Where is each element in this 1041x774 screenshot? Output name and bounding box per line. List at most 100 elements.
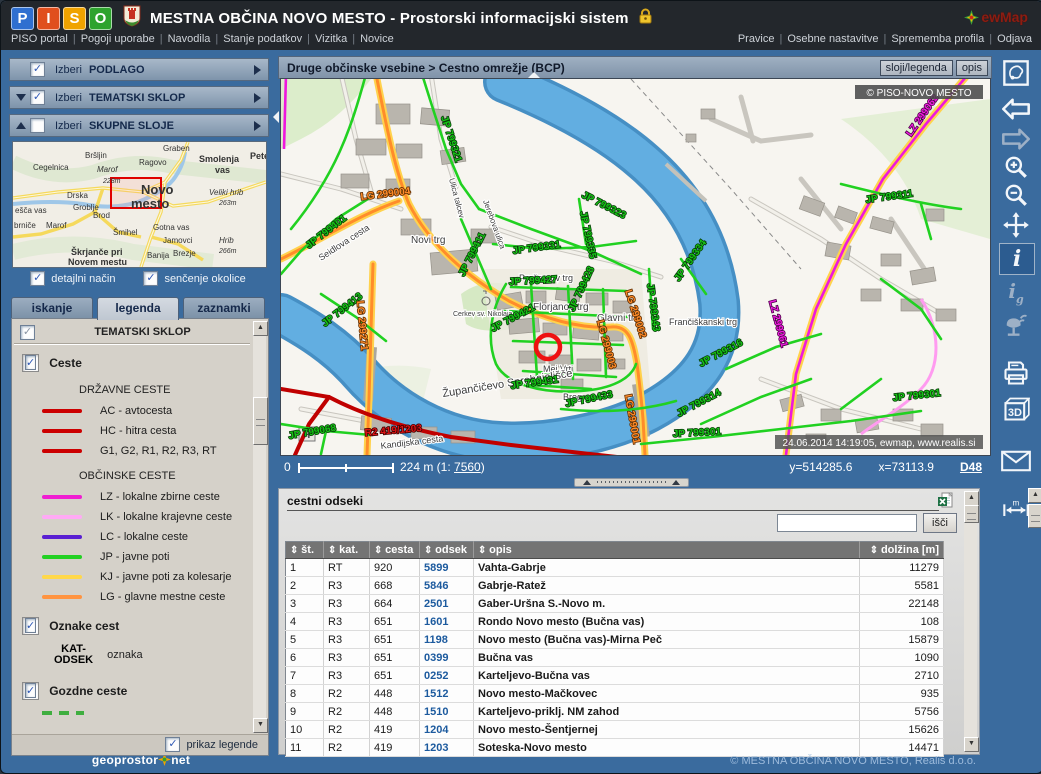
layer-checkbox[interactable]: ✓ — [25, 355, 36, 370]
column-header-t[interactable]: št. — [286, 542, 324, 559]
excel-export-icon[interactable] — [938, 492, 953, 513]
scroll-up-icon[interactable]: ▲ — [964, 491, 979, 506]
tab-iskanje[interactable]: iskanje — [11, 297, 93, 318]
podlago-checkbox[interactable]: ✓ — [30, 62, 45, 77]
table-row[interactable]: 3R36642501Gaber-Uršna S.-Novo m.22148 — [286, 595, 944, 613]
results-scrollbar[interactable]: ▲ ▼ — [964, 491, 977, 752]
menu-item-4[interactable]: Stanje podatkov — [223, 33, 302, 45]
user-menu-item-3[interactable]: Sprememba profila — [891, 33, 984, 45]
odsek-link[interactable]: 0252 — [420, 667, 474, 685]
menu-item-2[interactable]: Pogoji uporabe — [81, 33, 155, 45]
identify-button[interactable]: i — [999, 243, 1035, 275]
column-header-dolinam[interactable]: dolžina [m] — [860, 542, 944, 559]
layers-legend-button[interactable]: sloji/legenda — [880, 60, 953, 76]
user-menu-item-1[interactable]: Pravice — [738, 33, 775, 45]
skupne-sloje-checkbox[interactable] — [30, 118, 45, 133]
search-button[interactable]: išči — [923, 513, 957, 533]
table-row[interactable]: 9R24481510Karteljevo-priklj. NM zahod575… — [286, 703, 944, 721]
map-viewport[interactable]: H — [280, 78, 991, 456]
table-row[interactable]: 7R36510252Karteljevo-Bučna vas2710 — [286, 667, 944, 685]
scroll-up-icon[interactable]: ▲ — [253, 321, 268, 336]
accordion-skupne-sloje[interactable]: Izberi SKUPNE SLOJE — [9, 114, 269, 137]
table-row[interactable]: 1RT9205899Vahta-Gabrje11279 — [286, 559, 944, 577]
lock-icon — [639, 8, 652, 29]
print-button[interactable] — [997, 357, 1035, 389]
scale-link[interactable]: 7560 — [454, 460, 481, 474]
3d-view-button[interactable]: 3D — [997, 393, 1035, 425]
overview-minimap[interactable]: BršljinGrabenRagovoSmolenjavasCegelnicaM… — [12, 141, 267, 268]
user-menu-item-4[interactable]: Odjava — [997, 33, 1032, 45]
table-row[interactable]: 11R24191203Soteska-Novo mesto14471 — [286, 739, 944, 757]
collapse-up-icon[interactable] — [16, 122, 26, 129]
scroll-down-icon[interactable]: ▼ — [964, 737, 979, 752]
show-legend-checkbox[interactable]: ✓ — [165, 737, 180, 752]
mail-button[interactable] — [997, 445, 1035, 477]
table-row[interactable]: 5R36511198Novo mesto (Bučna vas)-Mirna P… — [286, 631, 944, 649]
layer-checkbox[interactable]: ✓ — [25, 618, 36, 633]
menu-item-1[interactable]: PISO portal — [11, 33, 68, 45]
menu-item-3[interactable]: Navodila — [168, 33, 211, 45]
datum-link[interactable]: D48 — [960, 460, 982, 474]
show-legend-option[interactable]: ✓ prikaz legende — [165, 737, 258, 752]
piso-logo[interactable]: P I S O MESTNA OBČINA NOVO MESTO - Prost… — [11, 5, 652, 32]
minimap-place-label: 263m — [218, 200, 237, 207]
column-header-odsek[interactable]: odsek — [420, 542, 474, 559]
user-menu-item-2[interactable]: Osebne nastavitve — [787, 33, 878, 45]
window-scrollbar-thumb[interactable] — [1028, 504, 1041, 528]
shading-option[interactable]: ✓senčenje okolice — [143, 271, 245, 286]
results-search-input[interactable] — [777, 514, 917, 532]
pan-button[interactable] — [997, 209, 1035, 241]
menu-item-6[interactable]: Novice — [360, 33, 394, 45]
zoom-out-button[interactable] — [997, 179, 1035, 211]
odsek-link[interactable]: 1198 — [420, 631, 474, 649]
collapse-sidebar-icon[interactable] — [273, 111, 279, 123]
odsek-link[interactable]: 0399 — [420, 649, 474, 667]
column-header-opis[interactable]: opis — [474, 542, 860, 559]
detail-mode-option[interactable]: ✓detajlni način — [30, 271, 115, 286]
overview-map-button[interactable] — [997, 57, 1035, 89]
horizontal-splitter[interactable] — [574, 478, 689, 487]
table-row[interactable]: 10R24191204Novo mesto-Šentjernej15626 — [286, 721, 944, 739]
legend-scrollbar-thumb[interactable] — [253, 397, 268, 445]
accordion-tematski-sklop[interactable]: ✓ Izberi TEMATSKI SKLOP — [9, 86, 269, 109]
scroll-down-icon[interactable]: ▼ — [253, 718, 268, 733]
collapse-map-up-icon[interactable] — [528, 72, 540, 78]
gps-button[interactable] — [997, 307, 1035, 339]
tab-zaznamki[interactable]: zaznamki — [183, 297, 265, 318]
table-row[interactable]: 8R24481512Novo mesto-Mačkovec935 — [286, 685, 944, 703]
column-header-cesta[interactable]: cesta — [370, 542, 420, 559]
table-row[interactable]: 6R36510399Bučna vas1090 — [286, 649, 944, 667]
table-row[interactable]: 2R36685846Gabrje-Ratež5581 — [286, 577, 944, 595]
scroll-up-icon[interactable]: ▲ — [1028, 488, 1041, 503]
legend-layer-oznake-cest[interactable]: ✓Oznake cest — [14, 614, 250, 638]
legend-layer-ceste[interactable]: ✓Ceste — [14, 351, 250, 375]
detail-mode-checkbox[interactable]: ✓ — [30, 271, 45, 286]
column-header-kat[interactable]: kat. — [324, 542, 370, 559]
collapse-down-icon[interactable] — [16, 94, 26, 101]
back-button[interactable] — [997, 93, 1035, 125]
odsek-link[interactable]: 1203 — [420, 739, 474, 757]
odsek-link[interactable]: 2501 — [420, 595, 474, 613]
odsek-link[interactable]: 5846 — [420, 577, 474, 595]
window-scrollbar[interactable]: ▲ — [1028, 488, 1041, 527]
table-row[interactable]: 4R36511601Rondo Novo mesto (Bučna vas)10… — [286, 613, 944, 631]
legend-master-checkbox[interactable]: ✓ — [20, 325, 35, 340]
layer-checkbox[interactable]: ✓ — [25, 683, 36, 698]
menu-item-5[interactable]: Vizitka — [315, 33, 347, 45]
accordion-podlago[interactable]: ✓ Izberi PODLAGO — [9, 58, 269, 81]
odsek-link[interactable]: 1204 — [420, 721, 474, 739]
tab-legenda[interactable]: legenda — [97, 297, 179, 320]
legend-scrollbar[interactable]: ▲ ▼ — [253, 321, 266, 733]
description-button[interactable]: opis — [956, 60, 988, 76]
odsek-link[interactable]: 1601 — [420, 613, 474, 631]
scalebar[interactable] — [298, 462, 394, 474]
tematski-sklop-checkbox[interactable]: ✓ — [30, 90, 45, 105]
minimap-place-label: ešča vas — [15, 206, 47, 215]
legend-layer-krajevne-va-ke-in-mestne-skupnosti[interactable]: Krajevne vaške in mestne skupnosti — [14, 730, 250, 733]
odsek-link[interactable]: 1512 — [420, 685, 474, 703]
shading-checkbox[interactable]: ✓ — [143, 271, 158, 286]
results-scrollbar-thumb[interactable] — [964, 505, 979, 523]
legend-layer-gozdne-ceste[interactable]: ✓Gozdne ceste — [14, 679, 250, 703]
odsek-link[interactable]: 5899 — [420, 559, 474, 577]
odsek-link[interactable]: 1510 — [420, 703, 474, 721]
